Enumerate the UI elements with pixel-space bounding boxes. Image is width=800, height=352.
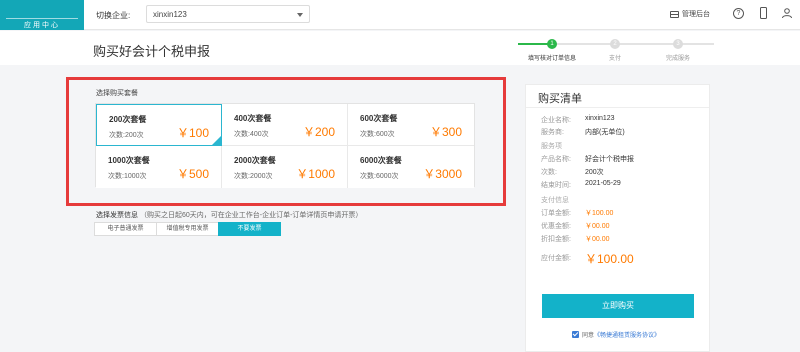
app-logo[interactable]: 畅捷通 应用中心	[0, 0, 241, 30]
agreement-checkbox[interactable]	[572, 331, 579, 338]
invoice-option-electronic[interactable]: 电子普通发票	[94, 222, 157, 236]
package-grid: 200次套餐 次数:200次 ￥100 400次套餐 次数:400次 ￥200 …	[95, 103, 475, 188]
payable-amount-row: 应付金额: ￥100.00	[541, 252, 634, 266]
package-price: ￥3000	[423, 167, 462, 181]
payable-amount-value: ￥100.00	[585, 252, 634, 266]
company-name-value: xinxin123	[585, 115, 615, 122]
end-time-label: 结束时间:	[541, 182, 571, 189]
service-items-heading: 服务项	[541, 143, 562, 150]
page-title: 购买好会计个税申报	[93, 44, 211, 59]
package-name: 6000次套餐	[360, 156, 402, 165]
invoice-options: 电子普通发票 增值税专用发票 不要发票	[94, 222, 281, 236]
rebate-amount-label: 折扣金额:	[541, 236, 571, 243]
agreement-prefix: 同意	[582, 333, 595, 339]
progress-steps: 1 2 3 填写核对订单信息 支付 完成服务	[518, 38, 714, 62]
package-card-200[interactable]: 200次套餐 次数:200次 ￥100	[96, 104, 222, 146]
top-bar: 畅捷通 应用中心 切换企业: xinxin123 管理后台 ?	[0, 0, 800, 30]
package-price: ￥500	[176, 167, 209, 181]
invoice-hint: （购买之日起60天内，可在企业工作台-企业订单-订单详情页申请开票）	[139, 212, 363, 219]
package-price: ￥100	[176, 126, 209, 140]
step-label-1: 填写核对订单信息	[527, 56, 577, 62]
package-count: 次数:200次	[109, 132, 144, 139]
package-card-400[interactable]: 400次套餐 次数:400次 ￥200	[222, 104, 348, 146]
package-price: ￥200	[302, 125, 335, 139]
end-time-row: 结束时间: 2021-05-29	[541, 180, 621, 190]
service-provider-value: 内部(无单位)	[585, 129, 625, 136]
order-amount-value: ￥100.00	[585, 210, 614, 217]
invoice-option-vat-special[interactable]: 增值税专用发票	[156, 222, 219, 236]
company-name-row: 企业名称: xinxin123	[541, 115, 615, 125]
package-count: 次数:6000次	[360, 173, 399, 180]
step-dot-1: 1	[547, 39, 557, 49]
times-row: 次数: 200次	[541, 167, 604, 177]
service-provider-label: 服务商:	[541, 129, 564, 136]
package-card-1000[interactable]: 1000次套餐 次数:1000次 ￥500	[96, 146, 222, 188]
times-label: 次数:	[541, 169, 557, 176]
package-name: 600次套餐	[360, 114, 398, 123]
package-price: ￥1000	[296, 167, 335, 181]
summary-divider	[526, 107, 709, 108]
package-card-2000[interactable]: 2000次套餐 次数:2000次 ￥1000	[222, 146, 348, 188]
rebate-amount-row: 折扣金额: ￥00.00	[541, 234, 610, 244]
package-count: 次数:600次	[360, 131, 395, 138]
buy-now-button[interactable]: 立即购买	[542, 294, 694, 318]
package-count: 次数:1000次	[108, 173, 147, 180]
company-select-value: xinxin123	[153, 10, 187, 19]
package-section-label: 选择购买套餐	[96, 90, 138, 97]
rebate-amount-value: ￥00.00	[585, 236, 610, 243]
package-count: 次数:2000次	[234, 173, 273, 180]
step-label-2: 支付	[608, 56, 622, 62]
discount-amount-row: 优惠金额: ￥00.00	[541, 221, 610, 231]
order-summary-card: 购买清单 企业名称: xinxin123 服务商: 内部(无单位) 服务项 产品…	[525, 84, 710, 352]
selected-check-icon	[212, 136, 221, 145]
page-header: 购买好会计个税申报 1 2 3 填写核对订单信息 支付 完成服务	[0, 31, 800, 65]
invoice-label-text: 选择发票信息	[96, 212, 138, 219]
package-card-6000[interactable]: 6000次套餐 次数:6000次 ￥3000	[348, 146, 474, 188]
user-icon[interactable]	[781, 7, 793, 19]
admin-console-label: 管理后台	[682, 11, 710, 18]
help-icon[interactable]: ?	[733, 8, 744, 19]
order-amount-label: 订单金额:	[541, 210, 571, 217]
payment-info-heading: 支付信息	[541, 197, 569, 204]
logo-sub-text: 应用中心	[6, 18, 78, 30]
card-icon	[670, 10, 679, 18]
times-value: 200次	[585, 169, 604, 176]
product-name-value: 好会计个税申报	[585, 156, 634, 163]
product-name-label: 产品名称:	[541, 156, 571, 163]
phone-icon[interactable]	[760, 7, 767, 19]
package-count: 次数:400次	[234, 131, 269, 138]
agreement-link[interactable]: 《畅捷通租赁服务协议》	[594, 330, 660, 339]
invoice-option-none[interactable]: 不要发票	[218, 222, 281, 236]
step-line-todo	[552, 43, 714, 45]
summary-title: 购买清单	[538, 93, 582, 105]
company-switch-label: 切换企业:	[96, 11, 131, 20]
agreement-row: 同意 《畅捷通租赁服务协议》	[572, 330, 660, 339]
order-amount-row: 订单金额: ￥100.00	[541, 208, 613, 218]
step-label-3: 完成服务	[665, 56, 691, 62]
step-dot-3: 3	[673, 39, 683, 49]
company-select[interactable]: xinxin123	[146, 5, 310, 23]
end-time-value: 2021-05-29	[585, 180, 621, 187]
package-card-600[interactable]: 600次套餐 次数:600次 ￥300	[348, 104, 474, 146]
package-name: 2000次套餐	[234, 156, 276, 165]
discount-amount-label: 优惠金额:	[541, 223, 571, 230]
payable-amount-label: 应付金额:	[541, 255, 571, 262]
package-price: ￥300	[429, 125, 462, 139]
product-name-row: 产品名称: 好会计个税申报	[541, 154, 634, 164]
company-name-label: 企业名称:	[541, 117, 571, 124]
discount-amount-value: ￥00.00	[585, 223, 610, 230]
chevron-down-icon	[297, 13, 303, 17]
package-name: 400次套餐	[234, 114, 272, 123]
package-name: 200次套餐	[109, 115, 147, 124]
step-dot-2: 2	[610, 39, 620, 49]
package-name: 1000次套餐	[108, 156, 150, 165]
service-provider-row: 服务商: 内部(无单位)	[541, 127, 625, 137]
admin-console-link[interactable]: 管理后台	[670, 9, 710, 19]
invoice-section-label: 选择发票信息 （购买之日起60天内，可在企业工作台-企业订单-订单详情页申请开票…	[96, 210, 362, 220]
